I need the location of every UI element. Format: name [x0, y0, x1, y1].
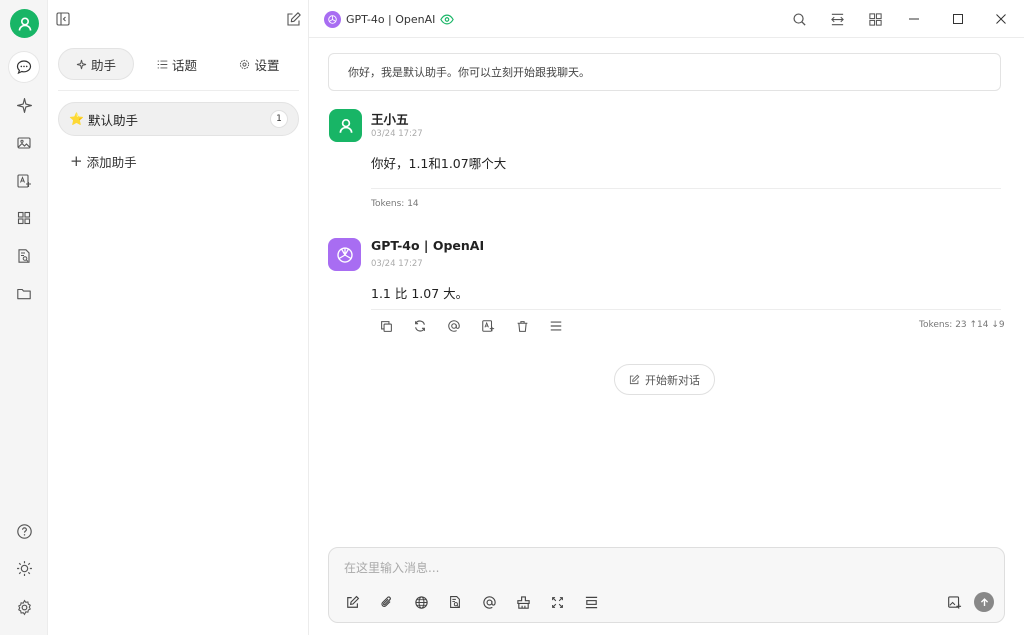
regenerate-icon[interactable]: [410, 316, 430, 336]
openai-logo-icon: [336, 246, 353, 263]
assistant-panel: 助手 话题 设置 ⭐ 默认助手 1 + 添加助手: [48, 0, 309, 635]
send-button[interactable]: [974, 592, 994, 612]
new-topic-icon[interactable]: [343, 592, 363, 612]
user-avatar: [329, 109, 362, 142]
sun-icon[interactable]: [12, 556, 36, 580]
apps-icon[interactable]: [12, 206, 36, 230]
divider: [58, 90, 299, 91]
tab-label: 话题: [171, 57, 197, 73]
search-icon[interactable]: [789, 9, 809, 29]
model-name: GPT-4o | OpenAI: [346, 12, 436, 26]
message-input-box[interactable]: 在这里输入消息...: [328, 547, 1005, 623]
image-generate-icon[interactable]: [944, 592, 964, 612]
arrow-up-icon: [980, 597, 988, 606]
chat-header: GPT-4o | OpenAI: [309, 0, 1024, 38]
sparkle-icon[interactable]: [12, 93, 36, 117]
new-chat-label: 开始新对话: [645, 373, 700, 387]
tab-label: 设置: [254, 57, 280, 73]
message-actions: [376, 316, 566, 336]
more-menu-icon[interactable]: [546, 316, 566, 336]
tab-settings[interactable]: 设置: [220, 48, 299, 80]
gpt-avatar: [328, 238, 361, 271]
star-icon: ⭐: [69, 112, 84, 126]
message-time: 03/24 17:27: [371, 129, 423, 139]
folder-icon[interactable]: [12, 282, 36, 306]
mention-model-icon[interactable]: [479, 592, 499, 612]
message-input[interactable]: 在这里输入消息...: [344, 559, 439, 576]
panel-tabs: 助手 话题 设置: [58, 48, 299, 80]
message-time: 03/24 17:27: [371, 259, 423, 269]
chat-icon[interactable]: [9, 52, 39, 82]
copy-icon[interactable]: [376, 316, 396, 336]
input-toolbar: [343, 592, 601, 612]
close-icon[interactable]: [991, 9, 1011, 29]
divider: [371, 188, 1001, 189]
narrow-mode-icon[interactable]: [827, 9, 847, 29]
token-count: Tokens: 14: [371, 199, 419, 209]
panel-toolbar: [48, 0, 309, 38]
delete-icon[interactable]: [512, 316, 532, 336]
assistant-item-default[interactable]: ⭐ 默认助手 1: [58, 102, 299, 136]
edit-icon: [629, 374, 640, 385]
expand-icon[interactable]: [547, 592, 567, 612]
openai-logo-icon: [324, 10, 341, 28]
maximize-icon[interactable]: [948, 9, 968, 29]
layout-grid-icon[interactable]: [865, 9, 885, 29]
list-icon: [157, 60, 168, 68]
topic-count-badge: 1: [270, 110, 288, 128]
files-search-icon[interactable]: [12, 244, 36, 268]
eye-icon: [440, 14, 455, 24]
user-icon: [18, 16, 31, 31]
tab-assistants[interactable]: 助手: [58, 48, 134, 80]
user-icon: [339, 118, 352, 133]
model-selector[interactable]: GPT-4o | OpenAI: [324, 10, 455, 28]
message-text: 你好，1.1和1.07哪个大: [371, 156, 507, 171]
new-topic-icon[interactable]: [285, 10, 303, 28]
help-icon[interactable]: [12, 519, 36, 543]
translate-icon[interactable]: [12, 169, 36, 193]
assistant-name: 默认助手: [87, 112, 138, 128]
attachment-icon[interactable]: [377, 592, 397, 612]
clear-context-icon[interactable]: [513, 592, 533, 612]
plus-icon: +: [70, 151, 83, 170]
image-icon[interactable]: [12, 131, 36, 155]
message-author: 王小五: [371, 112, 409, 127]
web-search-icon[interactable]: [411, 592, 431, 612]
sparkle-icon: [76, 59, 87, 69]
knowledge-base-icon[interactable]: [445, 592, 465, 612]
tab-topics[interactable]: 话题: [134, 48, 220, 80]
message-text: 1.1 比 1.07 大。: [371, 286, 469, 301]
sidebar-toggle-icon[interactable]: [54, 10, 72, 28]
left-rail: [0, 0, 48, 635]
user-avatar[interactable]: [10, 9, 39, 38]
new-context-icon[interactable]: [581, 592, 601, 612]
settings-icon[interactable]: [12, 595, 36, 619]
add-assistant-button[interactable]: + 添加助手: [70, 151, 137, 171]
mention-model-icon[interactable]: [444, 316, 464, 336]
add-assistant-label: 添加助手: [86, 154, 137, 170]
token-count: Tokens: 23 ↑14 ↓9: [919, 320, 1005, 330]
new-chat-button[interactable]: 开始新对话: [614, 364, 715, 395]
gear-icon: [240, 59, 250, 69]
translate-icon[interactable]: [478, 316, 498, 336]
minimize-icon[interactable]: [904, 9, 924, 29]
tab-label: 助手: [90, 57, 116, 73]
welcome-message: 你好，我是默认助手。你可以立刻开始跟我聊天。: [328, 53, 1001, 91]
divider: [371, 309, 1001, 310]
message-author: GPT-4o | OpenAI: [371, 238, 485, 253]
